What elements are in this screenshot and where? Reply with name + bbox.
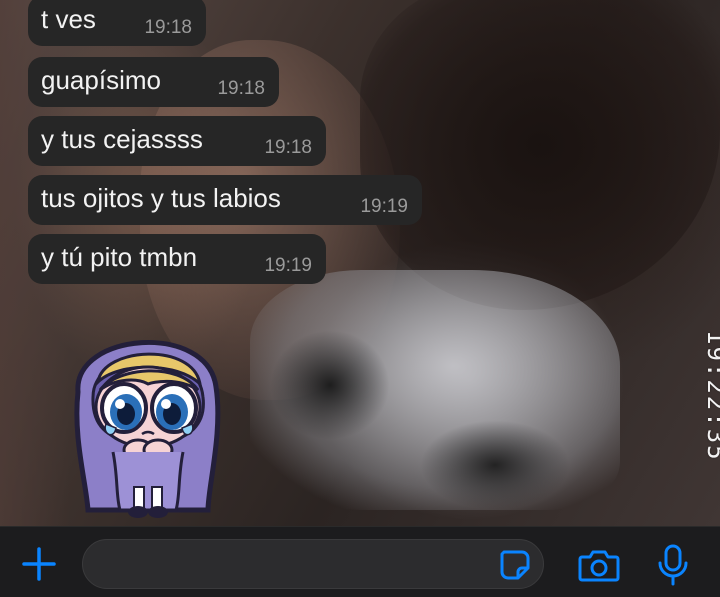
wallpaper-mask-shadow [420,420,570,510]
message-bubble[interactable]: y tú pito tmbn 19:19 [28,234,326,284]
message-bubble[interactable]: guapísimo 19:18 [28,57,279,107]
message-text: tus ojitos y tus labios [41,183,281,213]
plus-icon[interactable] [20,545,58,583]
message-text: guapísimo [41,65,161,95]
sticker-image [74,339,221,518]
message-time: 19:19 [360,196,408,217]
message-time: 19:18 [217,78,265,99]
message-time: 19:18 [144,17,192,38]
microphone-icon[interactable] [656,543,690,587]
wallpaper-hair [360,0,720,310]
message-input-bar [0,526,720,597]
message-text: y tú pito tmbn [41,242,198,272]
wallpaper-timestamp: 19:22:35 [702,330,720,462]
message-input[interactable] [82,539,544,589]
message-bubble[interactable]: t ves 19:18 [28,0,206,46]
camera-icon[interactable] [578,547,620,583]
crying-cartoon-girl-sticker[interactable] [58,312,238,524]
message-bubble[interactable]: tus ojitos y tus labios 19:19 [28,175,422,225]
sticker-icon[interactable] [498,548,532,582]
message-text: y tus cejassss [41,124,203,154]
message-time: 19:18 [264,137,312,158]
message-bubble[interactable]: y tus cejassss 19:18 [28,116,326,166]
message-time: 19:19 [264,255,312,276]
message-text: t ves [41,4,96,34]
wallpaper-mask-shadow [270,330,390,440]
